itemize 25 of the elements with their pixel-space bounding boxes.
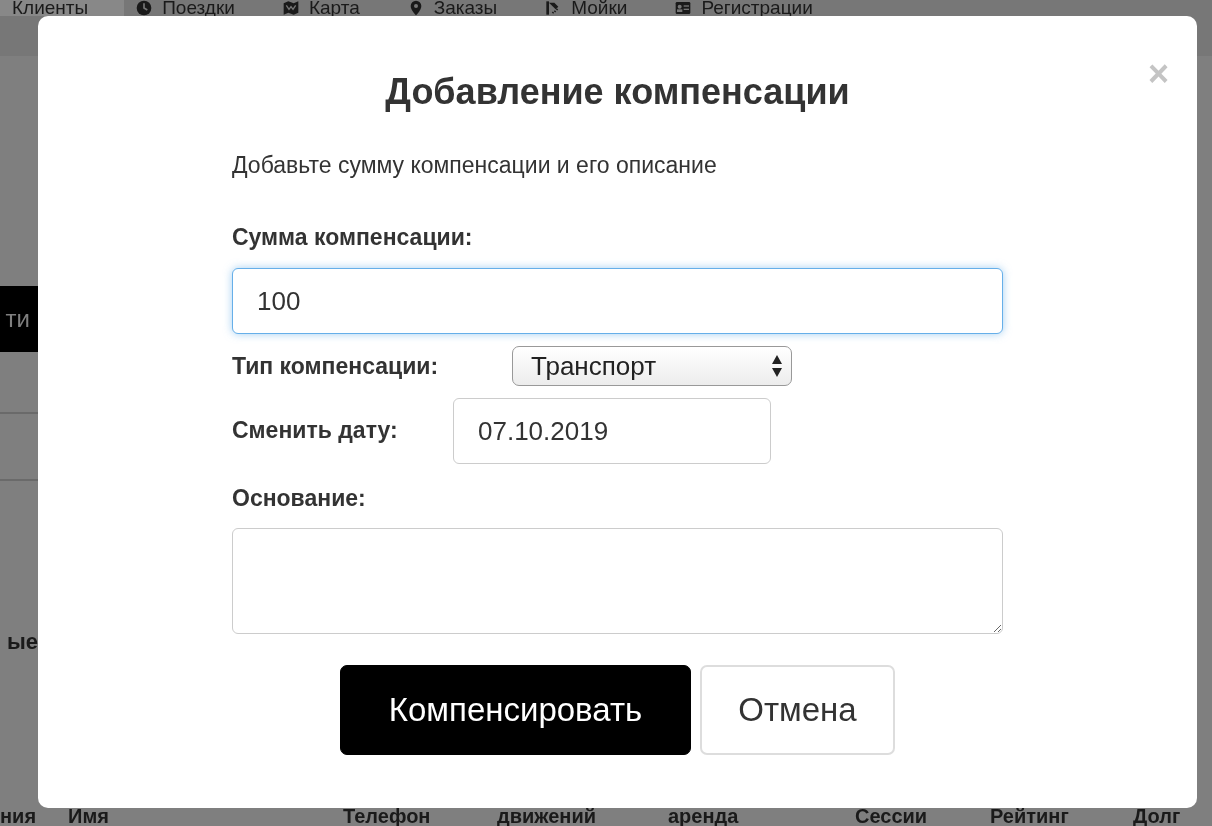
nav-tab[interactable]: Регистрации	[663, 0, 849, 16]
cancel-button[interactable]: Отмена	[700, 665, 895, 755]
nav-tab[interactable]: Клиенты	[0, 0, 125, 16]
stepper-icon	[771, 354, 783, 378]
section-label: ые	[5, 631, 38, 653]
nav-tab[interactable]: Мойки	[533, 0, 664, 16]
column-header: Рейтинг	[990, 806, 1069, 826]
nav-tab[interactable]: Поездки	[124, 0, 271, 16]
field-label: Основание:	[232, 484, 367, 512]
column-header: Имя	[68, 806, 109, 826]
compensate-button[interactable]: Компенсировать	[340, 665, 691, 755]
nav-tab[interactable]: Заказы	[395, 0, 534, 16]
reason-field[interactable]	[232, 528, 1003, 634]
field-label: Тип компенсации:	[232, 352, 440, 380]
column-header: ния	[0, 806, 37, 826]
side-button[interactable]: ти	[0, 286, 38, 352]
amount-field[interactable]: 100	[232, 268, 1003, 334]
type-select[interactable]: Транспорт	[512, 346, 792, 386]
modal-title: Добавление компенсации	[384, 70, 851, 114]
column-header: Сессии	[855, 806, 928, 826]
nav-tab[interactable]: Карта	[270, 0, 396, 16]
field-label: Сменить дату:	[232, 416, 399, 445]
field-label: Сумма компенсации:	[232, 223, 474, 251]
date-field[interactable]: 07.10.2019	[453, 398, 771, 464]
description-text: Добавьте сумму компенсации и его описание	[232, 151, 718, 179]
